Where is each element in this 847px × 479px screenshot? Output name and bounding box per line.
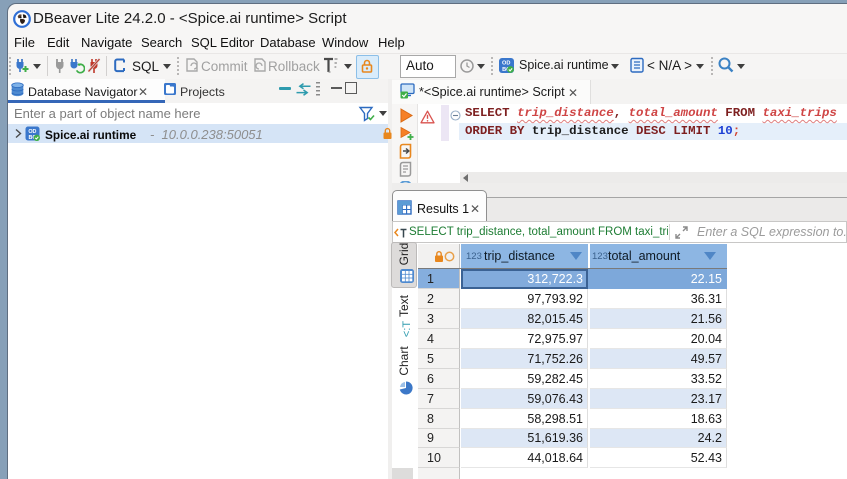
svg-text:OD: OD	[502, 61, 510, 67]
svg-text:OD: OD	[28, 129, 36, 135]
